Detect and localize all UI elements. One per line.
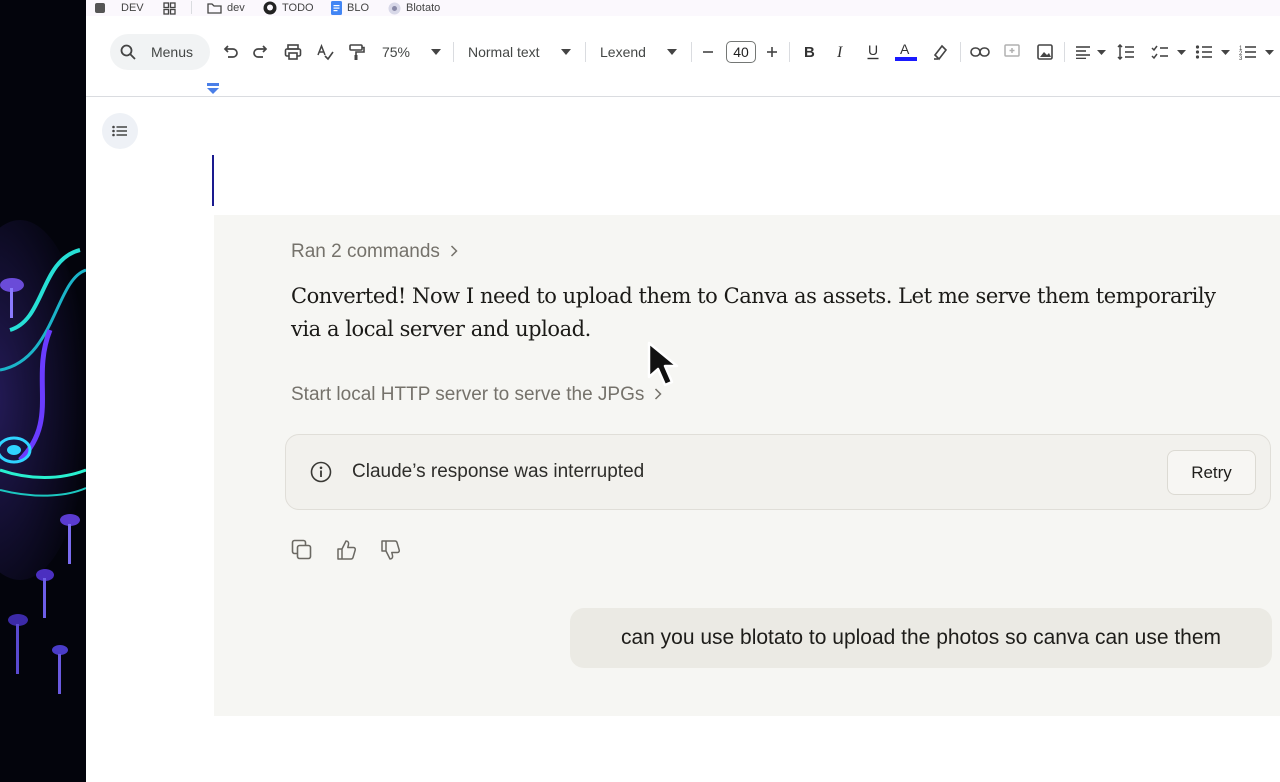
- svg-text:B: B: [804, 44, 815, 60]
- tool-step-label: Start local HTTP server to serve the JPG…: [291, 384, 645, 405]
- font-size-input[interactable]: 40: [726, 41, 756, 63]
- ran-commands-label: Ran 2 commands: [291, 241, 440, 262]
- bookmarks-bar: DEV dev TODO BLO Blotato: [86, 0, 1280, 16]
- menus-label: Menus: [150, 44, 194, 60]
- square-icon: [94, 2, 106, 14]
- chevron-down-icon[interactable]: [1174, 26, 1188, 78]
- toolbar-separator: [691, 42, 692, 62]
- mouse-pointer-icon: [647, 341, 699, 398]
- align-left-icon[interactable]: [1072, 26, 1094, 78]
- svg-text:3: 3: [1239, 56, 1243, 60]
- interrupted-text: Claude’s response was interrupted: [352, 461, 645, 482]
- svg-text:A: A: [900, 42, 910, 57]
- grid-icon: [163, 1, 176, 15]
- paint-format-icon[interactable]: [345, 26, 367, 78]
- undo-icon[interactable]: [219, 26, 241, 78]
- add-comment-icon[interactable]: [1001, 26, 1023, 78]
- bookmark-dev-folder[interactable]: dev: [207, 1, 245, 15]
- interrupted-notice: Claude’s response was interrupted Retry: [285, 434, 1271, 510]
- link-icon[interactable]: [969, 26, 991, 78]
- redo-icon[interactable]: [250, 26, 272, 78]
- bookmark-todo[interactable]: TODO: [263, 1, 314, 15]
- paragraph-style-select[interactable]: Normal text: [468, 26, 548, 78]
- chat-transcript-image: Ran 2 commands Converted! Now I need to …: [214, 215, 1280, 716]
- toolbar-separator: [789, 42, 790, 62]
- chevron-down-icon[interactable]: [428, 26, 444, 78]
- user-message: can you use blotato to upload the photos…: [570, 608, 1272, 668]
- chevron-down-icon[interactable]: [664, 26, 680, 78]
- svg-text:U: U: [868, 43, 878, 58]
- bold-icon[interactable]: B: [798, 26, 820, 78]
- bookmark-apps[interactable]: [163, 1, 176, 15]
- chevron-down-icon[interactable]: [1262, 26, 1276, 78]
- chevron-right-icon: [450, 241, 458, 263]
- decrease-font-size-icon[interactable]: [700, 26, 716, 78]
- chevron-down-icon[interactable]: [1094, 26, 1108, 78]
- docs-toolbar: Menus 75% Normal text Lexend 40 B I U A …: [86, 26, 1280, 78]
- ran-commands-toggle[interactable]: Ran 2 commands: [291, 241, 458, 263]
- assistant-message: Converted! Now I need to upload them to …: [291, 284, 1216, 341]
- thumbs-down-icon[interactable]: [379, 539, 401, 561]
- info-icon: [310, 461, 332, 488]
- numbered-list-icon[interactable]: 123: [1237, 26, 1259, 78]
- line-spacing-icon[interactable]: [1115, 26, 1137, 78]
- toolbar-separator: [585, 42, 586, 62]
- doc-icon: [331, 1, 342, 15]
- underline-icon[interactable]: U: [862, 26, 884, 78]
- indent-marker-icon[interactable]: [206, 82, 220, 100]
- chevron-down-icon[interactable]: [558, 26, 574, 78]
- tool-step-toggle[interactable]: Start local HTTP server to serve the JPG…: [291, 384, 662, 406]
- italic-icon[interactable]: I: [830, 26, 852, 78]
- chevron-down-icon[interactable]: [1218, 26, 1232, 78]
- document-outline-button[interactable]: [102, 113, 138, 149]
- toolbar-separator: [960, 42, 961, 62]
- retry-button[interactable]: Retry: [1167, 450, 1256, 495]
- outline-list-icon: [112, 125, 127, 137]
- copy-icon[interactable]: [291, 539, 313, 561]
- toolbar-separator: [453, 42, 454, 62]
- zoom-value[interactable]: 75%: [376, 26, 416, 78]
- desktop-wallpaper: [0, 0, 86, 782]
- svg-text:I: I: [836, 44, 843, 60]
- github-icon: [263, 1, 277, 15]
- increase-font-size-icon[interactable]: [764, 26, 780, 78]
- bookmark-dev-upper[interactable]: DEV: [94, 1, 144, 15]
- thumbs-up-icon[interactable]: [335, 539, 357, 561]
- text-color-icon[interactable]: A: [894, 26, 918, 78]
- highlight-icon[interactable]: [929, 26, 951, 78]
- font-select[interactable]: Lexend: [600, 26, 660, 78]
- blotato-icon: [388, 2, 401, 15]
- ruler-divider: [86, 96, 1280, 97]
- text-cursor-caret: [212, 155, 214, 206]
- folder-icon: [207, 2, 222, 14]
- spellcheck-icon[interactable]: [314, 26, 336, 78]
- browser-window: DEV dev TODO BLO Blotato Menus 75% Norma…: [86, 0, 1280, 782]
- toolbar-separator: [1064, 42, 1065, 62]
- bookmark-separator: [191, 1, 192, 14]
- message-actions: [291, 539, 401, 561]
- bookmark-blo[interactable]: BLO: [331, 1, 369, 15]
- insert-image-icon[interactable]: [1034, 26, 1056, 78]
- search-icon: [120, 26, 136, 78]
- bulleted-list-icon[interactable]: [1193, 26, 1215, 78]
- checklist-icon[interactable]: [1149, 26, 1171, 78]
- bookmark-blotato[interactable]: Blotato: [388, 1, 440, 15]
- print-icon[interactable]: [282, 26, 304, 78]
